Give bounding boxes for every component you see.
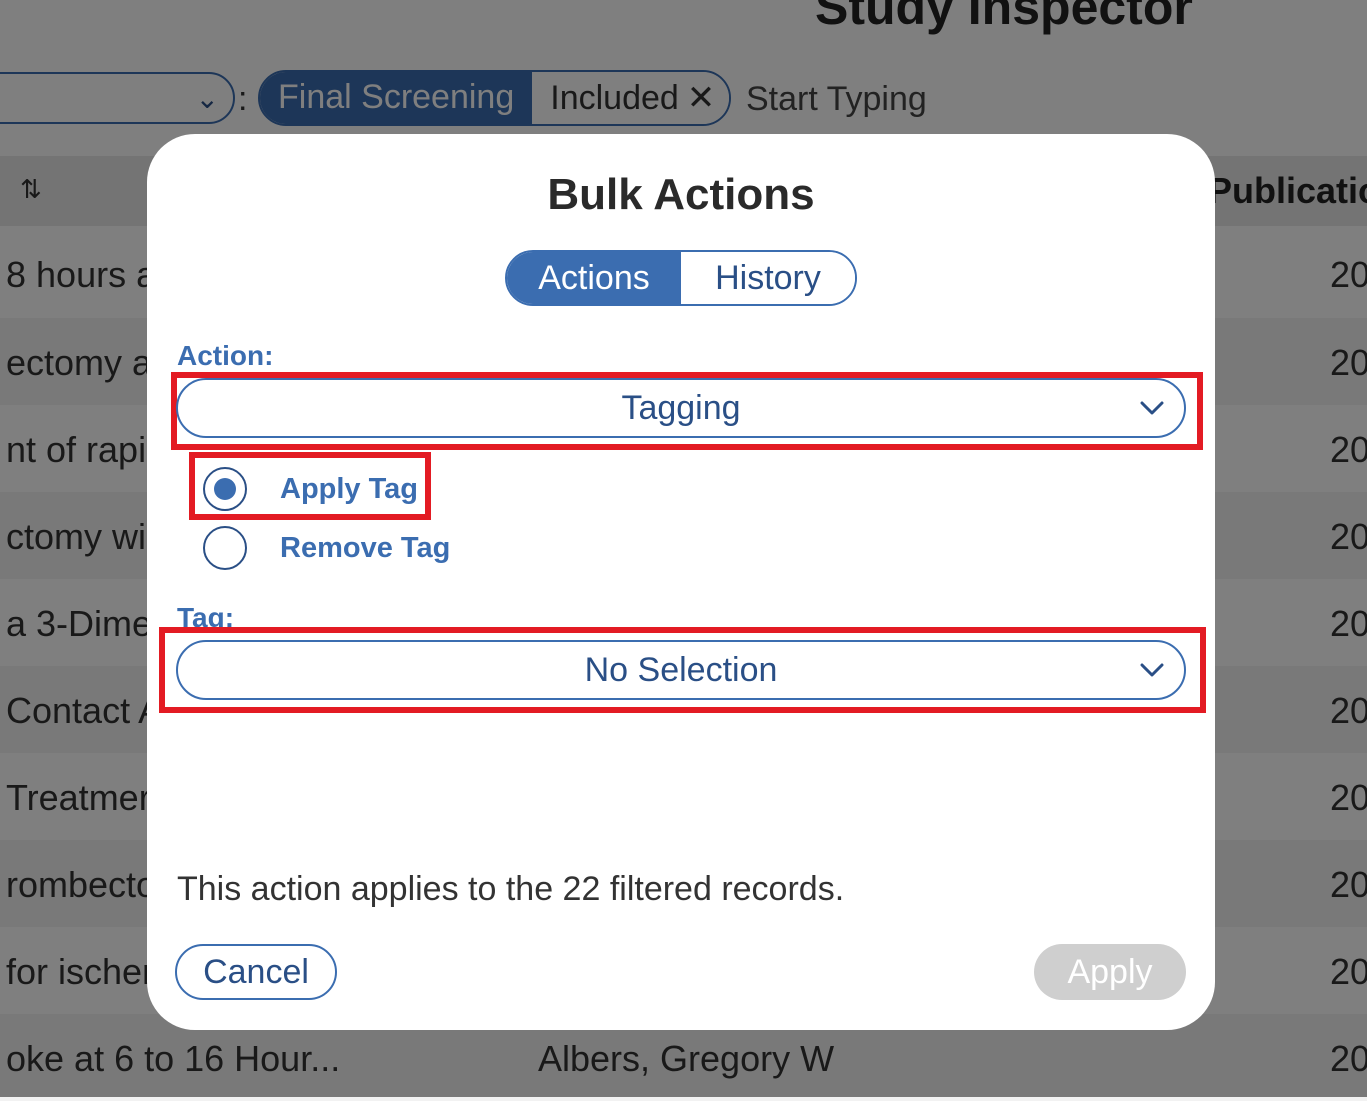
- chevron-down-icon: [1140, 663, 1164, 677]
- tag-select-value: No Selection: [584, 651, 778, 689]
- records-info-text: This action applies to the 22 filtered r…: [177, 870, 845, 908]
- radio-selected-dot: [214, 478, 236, 500]
- tab-switcher: Actions History: [505, 250, 857, 306]
- tab-history[interactable]: History: [681, 252, 855, 304]
- chevron-down-icon: [1140, 401, 1164, 415]
- radio-apply-tag-label[interactable]: Apply Tag: [280, 473, 418, 506]
- bulk-actions-modal: Bulk Actions Actions History Action: Tag…: [147, 134, 1215, 1030]
- tab-actions[interactable]: Actions: [507, 252, 681, 304]
- radio-remove-tag-button[interactable]: [203, 526, 247, 570]
- modal-title: Bulk Actions: [547, 170, 815, 219]
- cancel-button[interactable]: Cancel: [175, 944, 337, 1000]
- radio-apply-tag-button[interactable]: [203, 467, 247, 511]
- apply-button[interactable]: Apply: [1034, 944, 1186, 1000]
- tag-select[interactable]: No Selection: [176, 640, 1186, 700]
- radio-remove-tag-label[interactable]: Remove Tag: [280, 532, 450, 565]
- action-select[interactable]: Tagging: [176, 378, 1186, 438]
- action-select-value: Tagging: [621, 389, 741, 427]
- action-label: Action:: [177, 340, 274, 371]
